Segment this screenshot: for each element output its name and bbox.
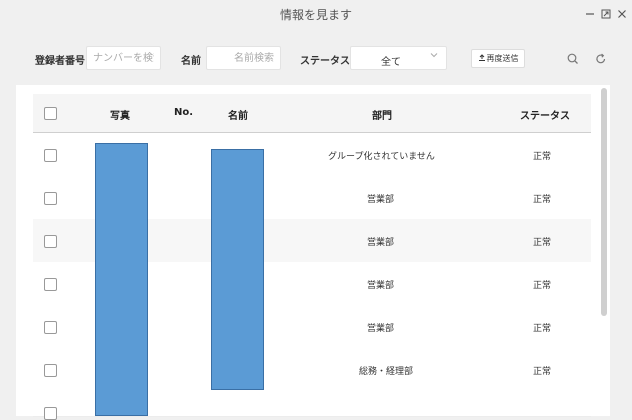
vertical-scrollbar[interactable] xyxy=(601,88,607,316)
name-filter-label: 名前 xyxy=(181,56,201,67)
resend-button[interactable]: 再度送信 xyxy=(471,49,525,68)
status-cell: 正常 xyxy=(533,324,552,334)
upload-icon xyxy=(478,53,486,64)
status-filter-label: ステータス xyxy=(300,56,350,67)
status-cell: 正常 xyxy=(533,195,552,205)
department-cell: 営業部 xyxy=(367,281,395,291)
registrant-number-label: 登録者番号 xyxy=(35,56,85,67)
resend-button-label: 再度送信 xyxy=(486,54,519,63)
status-cell: 正常 xyxy=(533,152,552,162)
row-checkbox[interactable] xyxy=(44,321,57,334)
photo-column-header: 写真 xyxy=(110,111,130,122)
search-icon[interactable] xyxy=(566,52,580,66)
name-column-header: 名前 xyxy=(228,111,248,122)
window-title: 情報を見ます xyxy=(279,8,352,22)
maximize-icon[interactable] xyxy=(599,7,613,21)
refresh-icon[interactable] xyxy=(594,52,608,66)
department-cell: 総務・経理部 xyxy=(359,367,414,377)
row-checkbox[interactable] xyxy=(44,364,57,377)
status-column-header: ステータス xyxy=(520,111,570,122)
dialog-window: 情報を見ます 登録者番号 名前 ステータス 全て 再度送信 写真 No. 名前 xyxy=(0,0,632,420)
department-cell: グループ化されていません xyxy=(328,152,435,162)
photo-redaction-block xyxy=(95,143,148,416)
status-select-value: 全て xyxy=(381,57,401,68)
row-checkbox[interactable] xyxy=(44,149,57,162)
department-column-header: 部門 xyxy=(372,111,392,122)
department-cell: 営業部 xyxy=(367,238,395,248)
row-checkbox[interactable] xyxy=(44,192,57,205)
name-redaction-block xyxy=(211,149,264,390)
minimize-icon[interactable] xyxy=(583,7,597,21)
table-header: 写真 No. 名前 部門 ステータス xyxy=(33,94,591,133)
status-cell: 正常 xyxy=(533,367,552,377)
select-all-checkbox[interactable] xyxy=(44,107,57,120)
chevron-down-icon xyxy=(430,51,438,59)
row-checkbox[interactable] xyxy=(44,278,57,291)
row-checkbox[interactable] xyxy=(44,407,57,420)
status-cell: 正常 xyxy=(533,281,552,291)
status-cell: 正常 xyxy=(533,238,552,248)
name-search-input[interactable] xyxy=(206,46,281,70)
department-cell: 営業部 xyxy=(367,324,395,334)
status-select[interactable]: 全て xyxy=(350,46,447,70)
department-cell: 営業部 xyxy=(367,195,395,205)
registrant-number-search-input[interactable] xyxy=(86,46,161,70)
row-checkbox[interactable] xyxy=(44,235,57,248)
number-column-header: No. xyxy=(174,107,194,118)
close-icon[interactable] xyxy=(615,7,629,21)
